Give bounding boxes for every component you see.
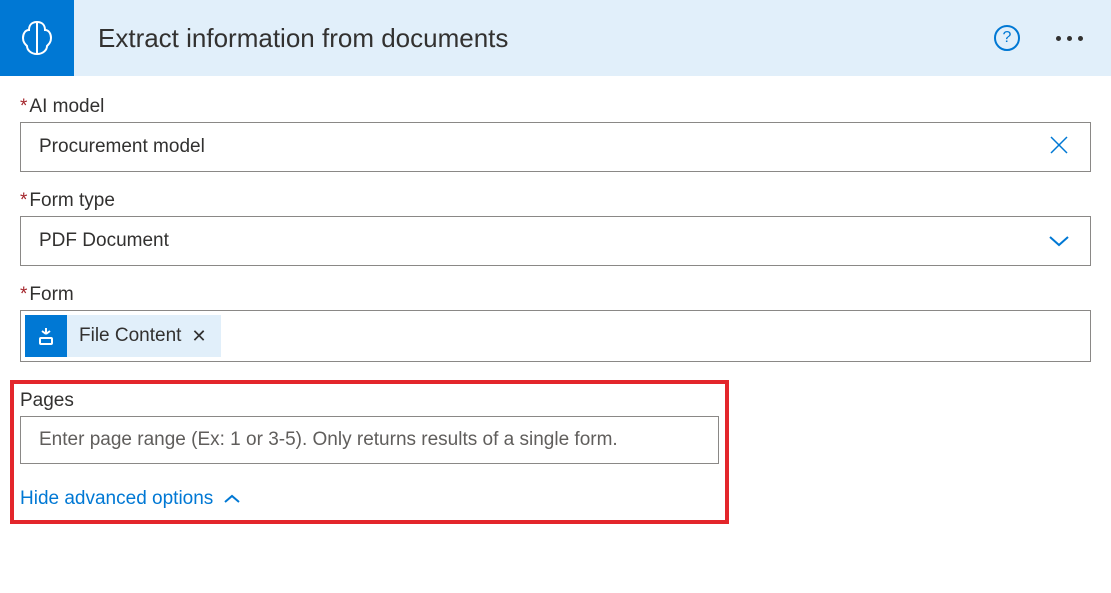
form-type-value: PDF Document [39, 230, 1048, 252]
required-marker: * [20, 284, 27, 305]
form-type-label: *Form type [20, 190, 1091, 212]
pages-placeholder: Enter page range (Ex: 1 or 3-5). Only re… [39, 429, 618, 451]
ai-model-input[interactable]: Procurement model [20, 122, 1091, 172]
token-remove-icon[interactable]: ✕ [187, 326, 210, 347]
form-type-field: *Form type PDF Document [20, 190, 1091, 266]
clear-icon[interactable] [1040, 132, 1078, 163]
file-content-token[interactable]: File Content ✕ [25, 315, 221, 357]
ai-model-field: *AI model Procurement model [20, 96, 1091, 172]
token-label: File Content [79, 325, 181, 347]
chevron-down-icon [1048, 235, 1070, 247]
connector-icon-box [0, 0, 74, 76]
card-title: Extract information from documents [98, 23, 994, 54]
pages-label: Pages [20, 390, 719, 412]
ai-model-value: Procurement model [39, 136, 1040, 158]
required-marker: * [20, 190, 27, 211]
card-header: Extract information from documents ? [0, 0, 1111, 76]
form-type-select[interactable]: PDF Document [20, 216, 1091, 266]
card-body: *AI model Procurement model *Form type P… [0, 76, 1111, 524]
help-icon[interactable]: ? [994, 25, 1020, 51]
highlight-box: Pages Enter page range (Ex: 1 or 3-5). O… [10, 380, 729, 524]
form-input[interactable]: File Content ✕ [20, 310, 1091, 362]
ai-model-label: *AI model [20, 96, 1091, 118]
toggle-label: Hide advanced options [20, 488, 213, 510]
hide-advanced-options-link[interactable]: Hide advanced options [20, 488, 241, 510]
form-label: *Form [20, 284, 1091, 306]
brain-icon [15, 16, 59, 60]
dynamic-content-icon [25, 315, 67, 357]
chevron-up-icon [223, 494, 241, 504]
form-field: *Form File Content ✕ [20, 284, 1091, 362]
pages-input[interactable]: Enter page range (Ex: 1 or 3-5). Only re… [20, 416, 719, 464]
header-actions: ? [994, 25, 1091, 51]
required-marker: * [20, 96, 27, 117]
more-icon[interactable] [1048, 28, 1091, 49]
